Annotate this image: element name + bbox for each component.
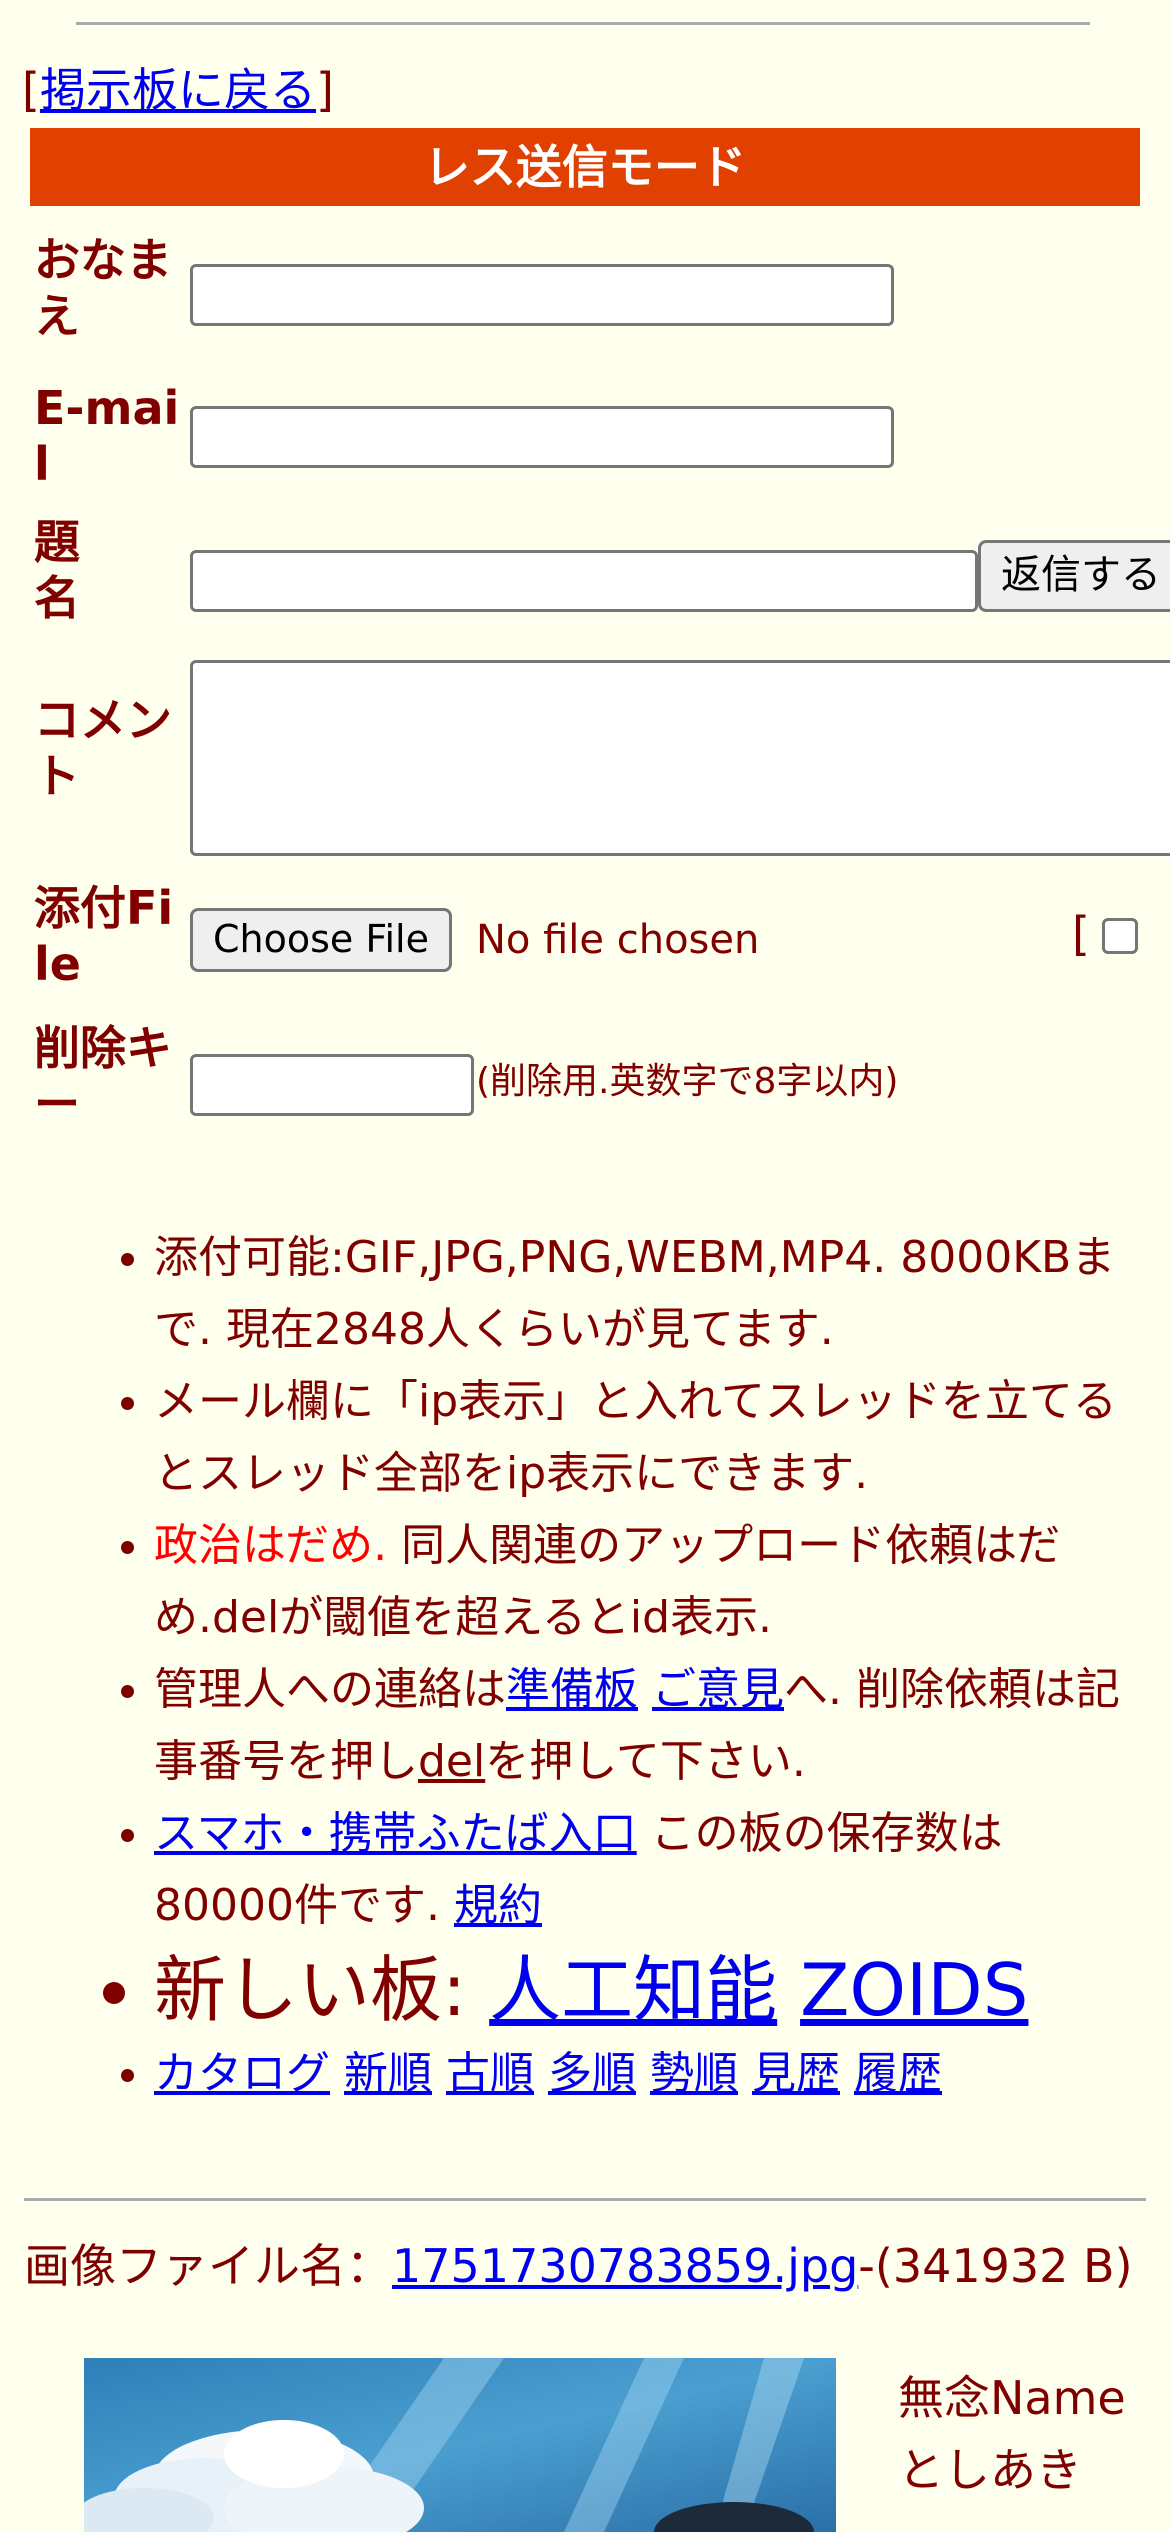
note-new-boards: 新しい板: 人工知能 ZOIDS [154, 1942, 1140, 2038]
prep-board-link[interactable]: 準備板 [506, 1664, 638, 1715]
section-divider [24, 2198, 1146, 2201]
catalog-link[interactable]: カタログ [154, 2048, 330, 2099]
zoids-board-link[interactable]: ZOIDS [800, 1948, 1028, 2032]
poster-name: 無念Name [898, 2371, 1126, 2425]
comment-label: コメント [34, 693, 172, 803]
sky-clouds-illustration [84, 2358, 836, 2532]
sort-old-link[interactable]: 古順 [446, 2048, 534, 2099]
note-rules: 政治はだめ. 同人関連のアップロード依頼はだめ.delが閾値を超えるとid表示. [154, 1510, 1140, 1654]
note-allowed-files: 添付可能:GIF,JPG,PNG,WEBM,MP4. 8000KBまで. 現在2… [154, 1222, 1140, 1366]
name-label: おなまえ [34, 233, 172, 343]
file-label: 添付File [34, 881, 174, 991]
note-no-politics: 政治はだめ. [154, 1520, 388, 1571]
poster-info: 無念Name としあき [898, 2362, 1126, 2506]
image-file-info: 画像ファイル名：1751730783859.jpg-(341932 B) [24, 2239, 1133, 2293]
history-link[interactable]: 履歴 [854, 2048, 942, 2099]
sort-many-link[interactable]: 多順 [548, 2048, 636, 2099]
choose-file-button[interactable]: Choose File [190, 908, 452, 972]
reply-submit-button[interactable]: 返信する [978, 540, 1170, 612]
note-sort-links: カタログ 新順 古順 多順 勢順 見歴 履歴 [154, 2038, 1140, 2110]
post-thumbnail-image[interactable] [84, 2358, 836, 2532]
view-history-link[interactable]: 見歴 [752, 2048, 840, 2099]
top-divider [76, 22, 1090, 25]
poster-default-name: としあき [898, 2443, 1082, 2497]
delete-key-label: 削除キー [34, 1021, 172, 1131]
back-link-container: [掲示板に戻る] [22, 63, 334, 117]
del-link[interactable]: del [418, 1736, 485, 1787]
extra-option-checkbox[interactable] [1102, 918, 1138, 954]
sort-new-link[interactable]: 新順 [344, 2048, 432, 2099]
note-contact: 管理人への連絡は準備板 ご意見へ. 削除依頼は記事番号を押しdelを押して下さい… [154, 1654, 1140, 1798]
ai-board-link[interactable]: 人工知能 [489, 1948, 777, 2032]
image-file-link[interactable]: 1751730783859.jpg [392, 2239, 858, 2293]
sort-momentum-link[interactable]: 勢順 [650, 2048, 738, 2099]
email-input[interactable] [190, 406, 894, 468]
comment-textarea[interactable] [190, 660, 1170, 856]
subject-label: 題名 [34, 515, 80, 625]
terms-link[interactable]: 規約 [454, 1880, 542, 1931]
extra-option-bracket: [ [1072, 907, 1090, 961]
note-mobile: スマホ・携帯ふたば入口 この板の保存数は80000件です. 規約 [154, 1798, 1140, 1942]
subject-input[interactable] [190, 550, 978, 612]
reply-mode-banner: レス送信モード [30, 128, 1140, 206]
no-file-chosen-text: No file chosen [476, 917, 760, 963]
mobile-entrance-link[interactable]: スマホ・携帯ふたば入口 [154, 1808, 637, 1859]
back-to-board-link[interactable]: 掲示板に戻る [40, 63, 316, 117]
delete-key-input[interactable] [190, 1054, 474, 1116]
board-notes-list: 添付可能:GIF,JPG,PNG,WEBM,MP4. 8000KBまで. 現在2… [0, 1222, 1140, 2110]
name-input[interactable] [190, 264, 894, 326]
email-label: E-mail [34, 381, 180, 491]
feedback-link[interactable]: ご意見 [652, 1664, 784, 1715]
note-ip-display: メール欄に「ip表示」と入れてスレッドを立てるとスレッド全部をip表示にできます… [154, 1366, 1140, 1510]
delete-key-note: (削除用.英数字で8字以内) [476, 1061, 899, 1102]
